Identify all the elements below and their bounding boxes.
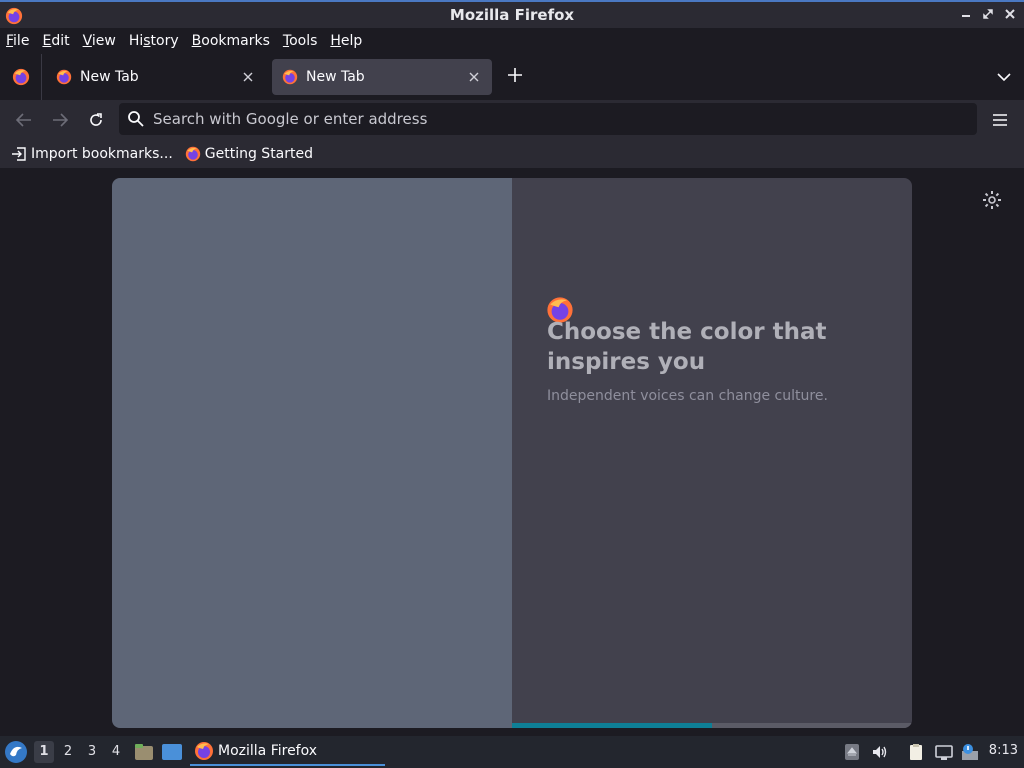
navigation-toolbar [0, 100, 1024, 140]
firefox-view-button[interactable] [0, 54, 42, 100]
close-tab-button[interactable] [238, 67, 258, 87]
workspace-4[interactable]: 4 [106, 741, 126, 763]
reload-icon [90, 113, 102, 126]
onboarding-heading: Choose the color that inspires you [547, 319, 827, 375]
close-icon [243, 72, 253, 82]
back-button[interactable] [12, 108, 36, 132]
menu-bar: File Edit View History Bookmarks Tools H… [0, 28, 1024, 54]
network-icon[interactable] [935, 743, 953, 761]
firefox-icon [12, 68, 29, 86]
url-bar[interactable] [119, 103, 977, 135]
forward-button[interactable] [48, 108, 72, 132]
onboarding-modal: Choose the color that inspires you Indep… [112, 178, 912, 728]
close-icon [1005, 9, 1015, 19]
restore-icon [983, 9, 993, 19]
close-icon [469, 72, 479, 82]
arrow-left-icon [16, 113, 31, 127]
bookmark-label: Import bookmarks... [31, 146, 173, 162]
clock: 8:13 [988, 743, 1018, 758]
menu-help[interactable]: Help [330, 33, 362, 49]
bookmark-import[interactable]: Import bookmarks... [11, 146, 173, 162]
import-icon [12, 147, 26, 161]
firefox-icon [282, 69, 298, 85]
page-content: Choose the color that inspires you Indep… [0, 168, 1024, 736]
bookmark-label: Getting Started [204, 146, 314, 162]
taskbar: 1 2 3 4 Mozilla Firefox 8:13 [0, 736, 1024, 768]
minimize-icon [962, 15, 970, 17]
new-tab-button[interactable] [502, 64, 528, 90]
workspace-1[interactable]: 1 [34, 741, 54, 763]
close-tab-button[interactable] [464, 67, 484, 87]
chevron-down-icon [997, 73, 1011, 82]
tab-label: New Tab [80, 69, 139, 85]
tab-new-tab-2[interactable]: New Tab [272, 59, 492, 95]
onboarding-progress-fill [512, 723, 712, 728]
firefox-icon [185, 146, 200, 162]
arrow-right-icon [53, 113, 68, 127]
menu-edit[interactable]: Edit [42, 33, 69, 49]
reload-button[interactable] [84, 108, 108, 132]
menu-view[interactable]: View [83, 33, 116, 49]
hamburger-menu-icon [993, 114, 1007, 126]
firefox-icon [56, 69, 72, 85]
onboarding-illustration [112, 178, 512, 728]
clipboard-icon[interactable] [907, 743, 925, 761]
tab-strip: New Tab New Tab [0, 54, 1024, 100]
close-window-button[interactable] [1004, 6, 1016, 22]
show-desktop-icon[interactable] [161, 742, 183, 762]
volume-icon[interactable] [871, 743, 889, 761]
firefox-icon [5, 7, 23, 25]
taskbar-firefox-task[interactable]: Mozilla Firefox [190, 738, 385, 766]
window-titlebar: Mozilla Firefox [0, 0, 1024, 28]
tab-new-tab-1[interactable]: New Tab [46, 59, 266, 95]
tab-label: New Tab [306, 69, 365, 85]
menu-bookmarks[interactable]: Bookmarks [192, 33, 270, 49]
gear-icon[interactable] [982, 190, 1002, 210]
task-label: Mozilla Firefox [218, 743, 318, 759]
plus-icon [508, 68, 522, 82]
start-menu-icon[interactable] [4, 740, 28, 764]
minimize-button[interactable] [960, 6, 972, 22]
url-input[interactable] [153, 110, 933, 128]
search-icon [128, 111, 144, 127]
menu-history[interactable]: History [129, 33, 179, 49]
window-title: Mozilla Firefox [449, 6, 575, 24]
file-manager-icon[interactable] [133, 742, 155, 762]
notification-icon[interactable] [961, 743, 979, 761]
menu-file[interactable]: File [6, 33, 29, 49]
list-all-tabs-button[interactable] [992, 66, 1016, 88]
firefox-icon [195, 742, 213, 760]
bookmarks-toolbar: Import bookmarks... Getting Started [0, 140, 1024, 168]
menu-tools[interactable]: Tools [283, 33, 318, 49]
workspace-3[interactable]: 3 [82, 741, 102, 763]
bookmark-getting-started[interactable]: Getting Started [185, 146, 313, 162]
eject-icon[interactable] [843, 743, 861, 761]
maximize-button[interactable] [982, 6, 994, 22]
onboarding-subheading: Independent voices can change culture. [547, 388, 828, 404]
workspace-2[interactable]: 2 [58, 741, 78, 763]
onboarding-panel: Choose the color that inspires you Indep… [512, 178, 912, 728]
onboarding-progress [512, 723, 912, 728]
app-menu-button[interactable] [988, 108, 1012, 132]
